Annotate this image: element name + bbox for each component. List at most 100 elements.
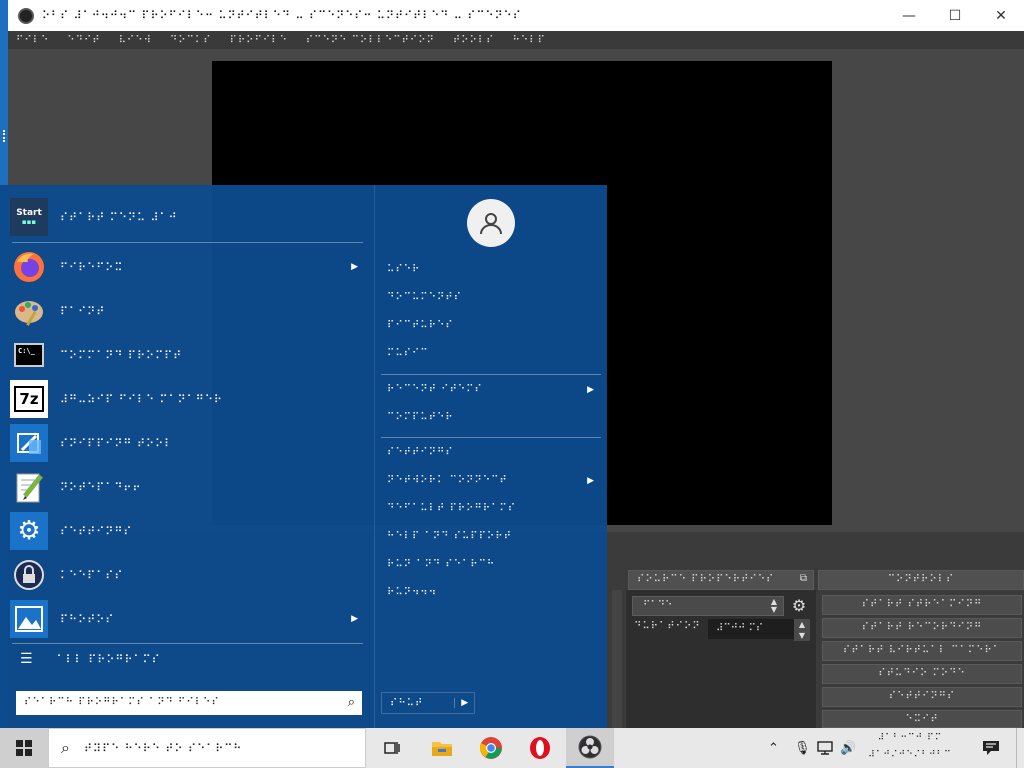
place-documents[interactable]: ⠙⠕⠉⠥⠍⠑⠝⠞⠎	[387, 287, 601, 309]
firefox-icon	[10, 248, 48, 286]
submenu-arrow-icon[interactable]: ▶	[587, 379, 595, 401]
clock-time: ⠼⠁⠃⠒⠉⠚ ⠏⠍	[877, 733, 943, 743]
menu-tools[interactable]: ⠞⠕⠕⠇⠎	[453, 35, 495, 46]
menu-profile[interactable]: ⠏⠗⠕⠋⠊⠇⠑	[230, 35, 288, 46]
resize-grip[interactable]	[3, 130, 5, 142]
program-label: ⠉⠕⠍⠍⠁⠝⠙ ⠏⠗⠕⠍⠏⠞	[60, 348, 183, 362]
pinned-notepadpp[interactable]: ⠝⠕⠞⠑⠏⠁⠙⠖⠖	[10, 465, 370, 509]
place-computer[interactable]: ⠉⠕⠍⠏⠥⠞⠑⠗	[387, 407, 601, 429]
show-hidden-icons[interactable]: ⌃	[768, 728, 779, 768]
opera-icon[interactable]	[516, 728, 564, 768]
show-desktop-button[interactable]	[1016, 728, 1024, 768]
place-default-programs[interactable]: ⠙⠑⠋⠁⠥⠇⠞ ⠏⠗⠕⠛⠗⠁⠍⠎	[387, 498, 601, 520]
duration-input[interactable]: ⠼⠉⠚⠚ ⠍⠎	[708, 619, 794, 639]
undock-icon[interactable]: ⧉	[800, 573, 807, 584]
submenu-arrow-icon[interactable]: ▶	[351, 614, 358, 624]
windows-start-button[interactable]	[0, 728, 48, 768]
pinned-paint[interactable]: ⠏⠁⠊⠝⠞	[10, 289, 370, 333]
chrome-icon[interactable]	[467, 728, 515, 768]
menu-view[interactable]: ⠧⠊⠑⠺	[119, 35, 152, 46]
menu-scene-collection[interactable]: ⠎⠉⠑⠝⠑ ⠉⠕⠇⠇⠑⠉⠞⠊⠕⠝	[306, 35, 435, 46]
obs-title-bar[interactable]: ⠕⠃⠎ ⠼⠁⠚⠲⠚⠲⠉ ⠏⠗⠕⠋⠊⠇⠑⠒ ⠥⠝⠞⠊⠞⠇⠑⠙ ⠤ ⠎⠉⠑⠝⠑⠎⠒ …	[8, 0, 1024, 31]
dock-title-controls: ⠉⠕⠝⠞⠗⠕⠇⠎	[887, 574, 955, 585]
pinned-keepass[interactable]: ⠅⠑⠑⠏⠁⠎⠎	[10, 553, 370, 597]
window-title: ⠕⠃⠎ ⠼⠁⠚⠲⠚⠲⠉ ⠏⠗⠕⠋⠊⠇⠑⠒ ⠥⠝⠞⠊⠞⠇⠑⠙ ⠤ ⠎⠉⠑⠝⠑⠎⠒ …	[42, 9, 522, 22]
task-view-icon[interactable]	[368, 728, 416, 768]
pinned-settings[interactable]: ⚙ ⠎⠑⠞⠞⠊⠝⠛⠎	[10, 509, 370, 553]
transition-select[interactable]: ⠋⠁⠙⠑	[632, 596, 784, 616]
source-properties-dock-header: ⠎⠕⠥⠗⠉⠑ ⠏⠗⠕⠏⠑⠗⠞⠊⠑⠎ ⧉	[628, 570, 814, 590]
separator	[381, 374, 601, 375]
pinned-start-menu[interactable]: Start ▪▪▪ ⠎⠞⠁⠗⠞ ⠍⠑⠝⠥ ⠼⠁⠚	[10, 195, 370, 239]
submenu-arrow-icon[interactable]: ▶	[587, 470, 595, 492]
clock-date: ⠼⠁⠚⠌⠚⠑⠌⠃⠚⠃⠉	[868, 750, 952, 760]
program-label: ⠎⠞⠁⠗⠞ ⠍⠑⠝⠥ ⠼⠁⠚	[60, 210, 178, 224]
start-recording-button[interactable]: ⠎⠞⠁⠗⠞ ⠗⠑⠉⠕⠗⠙⠊⠝⠛	[822, 618, 1022, 638]
pinned-snipping-tool[interactable]: ⠎⠝⠊⠏⠏⠊⠝⠛ ⠞⠕⠕⠇	[10, 421, 370, 465]
separator	[12, 242, 363, 243]
all-programs-label: ⠁⠇⠇ ⠏⠗⠕⠛⠗⠁⠍⠎	[56, 652, 161, 666]
select-arrows-icon[interactable]: ▲ ▼	[766, 598, 782, 614]
place-recent-items[interactable]: ⠗⠑⠉⠑⠝⠞ ⠊⠞⠑⠍⠎ ▶	[387, 379, 601, 401]
studio-mode-button[interactable]: ⠎⠞⠥⠙⠊⠕ ⠍⠕⠙⠑	[822, 664, 1022, 684]
obs-app-icon	[18, 7, 34, 24]
place-pictures[interactable]: ⠏⠊⠉⠞⠥⠗⠑⠎	[387, 315, 601, 337]
shutdown-options-icon[interactable]: ▶	[454, 698, 474, 708]
start-icon: Start ▪▪▪	[10, 198, 48, 236]
controls-dock-header: ⠉⠕⠝⠞⠗⠕⠇⠎	[818, 570, 1024, 590]
place-run[interactable]: ⠗⠥⠝⠲⠲⠲	[387, 582, 601, 604]
windows-logo-icon	[16, 740, 32, 756]
pinned-firefox[interactable]: ⠋⠊⠗⠑⠋⠕⠭ ▶	[10, 245, 370, 289]
start-virtual-camera-button[interactable]: ⠎⠞⠁⠗⠞ ⠧⠊⠗⠞⠥⠁⠇ ⠉⠁⠍⠑⠗⠁	[822, 641, 1022, 661]
network-icon[interactable]	[816, 728, 834, 768]
settings-button[interactable]: ⠎⠑⠞⠞⠊⠝⠛⠎	[822, 687, 1022, 707]
search-icon[interactable]: ⌕	[348, 691, 356, 715]
separator	[381, 437, 601, 438]
place-settings[interactable]: ⠎⠑⠞⠞⠊⠝⠛⠎	[387, 442, 601, 464]
maximize-icon[interactable]: ☐	[932, 0, 978, 31]
menu-edit[interactable]: ⠑⠙⠊⠞	[67, 35, 100, 46]
keepass-icon	[10, 556, 48, 594]
minimize-icon[interactable]: —	[886, 0, 932, 31]
list-icon: ☰	[20, 651, 33, 667]
gear-icon[interactable]: ⚙	[789, 596, 809, 616]
place-run-search[interactable]: ⠗⠥⠝ ⠁⠝⠙ ⠎⠑⠁⠗⠉⠓	[387, 554, 601, 576]
obs-menu-bar: ⠋⠊⠇⠑ ⠑⠙⠊⠞ ⠧⠊⠑⠺ ⠙⠕⠉⠅⠎ ⠏⠗⠕⠋⠊⠇⠑ ⠎⠉⠑⠝⠑ ⠉⠕⠇⠇⠑…	[8, 31, 1024, 49]
file-explorer-icon[interactable]	[418, 728, 466, 768]
obs-icon[interactable]	[566, 728, 614, 768]
taskbar-search-box[interactable]: ⌕ ⠞⠽⠏⠑ ⠓⠑⠗⠑ ⠞⠕ ⠎⠑⠁⠗⠉⠓	[48, 728, 366, 768]
place-network-connect[interactable]: ⠝⠑⠞⠺⠕⠗⠅ ⠉⠕⠝⠝⠑⠉⠞ ▶	[387, 470, 601, 492]
dock-scrollbar[interactable]	[612, 590, 622, 728]
place-music[interactable]: ⠍⠥⠎⠊⠉	[387, 343, 601, 365]
settings-icon: ⚙	[10, 512, 48, 550]
duration-label: ⠙⠥⠗⠁⠞⠊⠕⠝	[634, 621, 701, 632]
taskbar-clock[interactable]: ⠼⠁⠃⠒⠉⠚ ⠏⠍ ⠼⠁⠚⠌⠚⠑⠌⠃⠚⠃⠉	[860, 730, 960, 764]
user-avatar-icon[interactable]	[467, 199, 515, 247]
program-label: ⠅⠑⠑⠏⠁⠎⠎	[60, 568, 124, 582]
shutdown-button[interactable]: ⠎⠓⠥⠞ ▶	[381, 692, 475, 714]
start-menu-places: ⠥⠎⠑⠗ ⠙⠕⠉⠥⠍⠑⠝⠞⠎ ⠏⠊⠉⠞⠥⠗⠑⠎ ⠍⠥⠎⠊⠉ ⠗⠑⠉⠑⠝⠞ ⠊⠞⠑…	[374, 185, 607, 728]
place-user[interactable]: ⠥⠎⠑⠗	[387, 259, 601, 281]
place-help-support[interactable]: ⠓⠑⠇⠏ ⠁⠝⠙ ⠎⠥⠏⠏⠕⠗⠞	[387, 526, 601, 548]
pinned-command-prompt[interactable]: C:\_ ⠉⠕⠍⠍⠁⠝⠙ ⠏⠗⠕⠍⠏⠞	[10, 333, 370, 377]
pinned-photos[interactable]: ⠏⠓⠕⠞⠕⠎ ▶	[10, 597, 370, 641]
paint-icon	[10, 292, 48, 330]
close-icon[interactable]: ✕	[978, 0, 1024, 31]
volume-icon[interactable]: 🔊	[840, 728, 856, 768]
program-label: ⠎⠝⠊⠏⠏⠊⠝⠛ ⠞⠕⠕⠇	[60, 436, 174, 450]
menu-file[interactable]: ⠋⠊⠇⠑	[16, 35, 49, 46]
duration-spinner[interactable]: ▲ ▼	[794, 619, 810, 641]
start-menu: Start ▪▪▪ ⠎⠞⠁⠗⠞ ⠍⠑⠝⠥ ⠼⠁⠚ ⠋⠊⠗⠑⠋⠕⠭ ▶ ⠏⠁⠊⠝⠞ …	[0, 185, 607, 728]
exit-button[interactable]: ⠑⠭⠊⠞	[822, 710, 1022, 728]
action-center-icon[interactable]	[982, 728, 1000, 768]
start-streaming-button[interactable]: ⠎⠞⠁⠗⠞ ⠎⠞⠗⠑⠁⠍⠊⠝⠛	[822, 595, 1022, 615]
microphone-icon[interactable]: 🎙	[794, 728, 811, 768]
search-placeholder: ⠎⠑⠁⠗⠉⠓ ⠏⠗⠕⠛⠗⠁⠍⠎ ⠁⠝⠙ ⠋⠊⠇⠑⠎	[24, 697, 220, 708]
submenu-arrow-icon[interactable]: ▶	[351, 262, 358, 272]
all-programs-button[interactable]: ☰ ⠁⠇⠇ ⠏⠗⠕⠛⠗⠁⠍⠎	[20, 651, 161, 667]
photos-icon	[10, 600, 48, 638]
menu-docks[interactable]: ⠙⠕⠉⠅⠎	[170, 35, 212, 46]
pinned-7zip[interactable]: 7z ⠼⠛⠤⠵⠊⠏ ⠋⠊⠇⠑ ⠍⠁⠝⠁⠛⠑⠗	[10, 377, 370, 421]
menu-help[interactable]: ⠓⠑⠇⠏	[512, 35, 545, 46]
start-search-input[interactable]: ⠎⠑⠁⠗⠉⠓ ⠏⠗⠕⠛⠗⠁⠍⠎ ⠁⠝⠙ ⠋⠊⠇⠑⠎ ⌕	[16, 691, 362, 715]
